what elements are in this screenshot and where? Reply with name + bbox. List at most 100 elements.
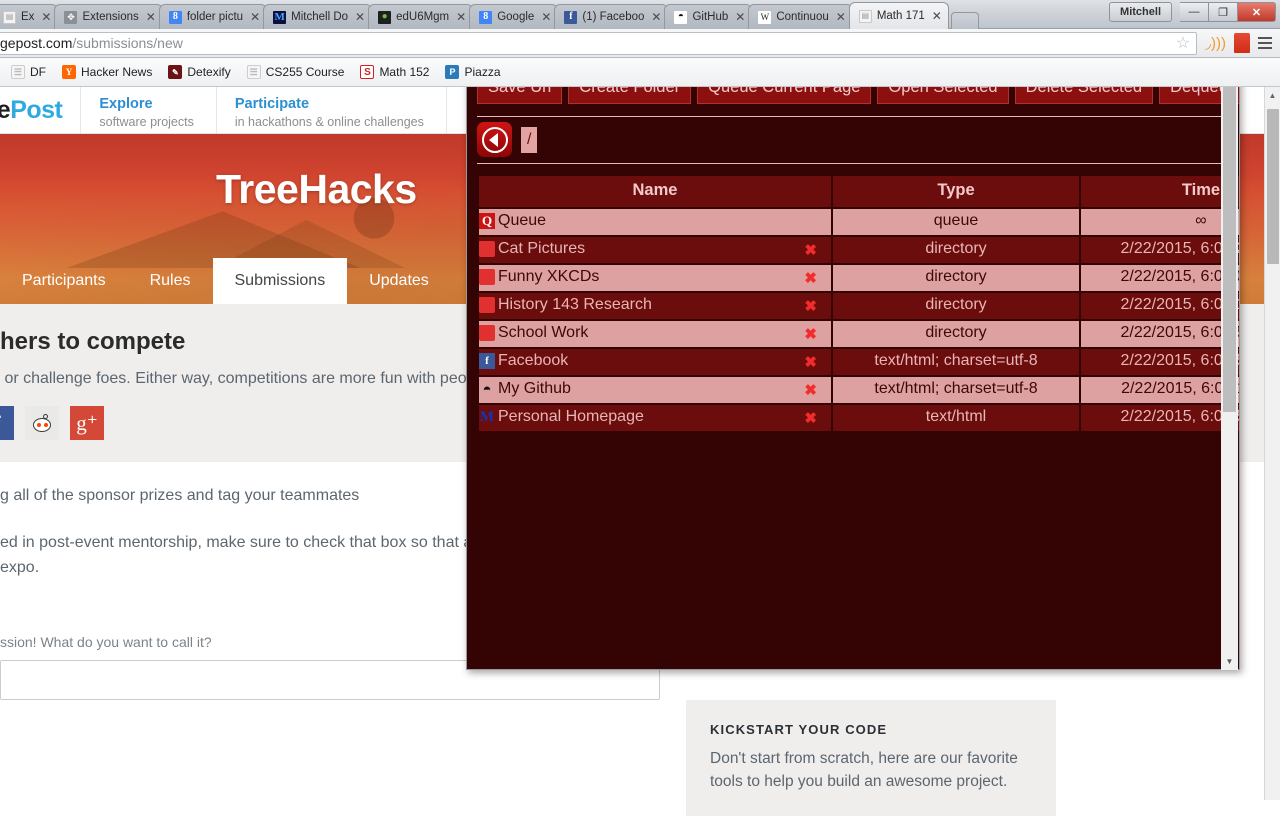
doc-icon: ☰ [11,65,25,79]
bookmark-hacker-news[interactable]: Y Hacker News [55,63,159,81]
logo-text-blue: Post [10,96,62,125]
browser-tab-8[interactable]: W Continuou ✕ [748,4,853,29]
close-window-button[interactable]: ✕ [1238,2,1276,22]
close-icon[interactable]: ✕ [932,9,942,23]
browser-tab-3[interactable]: M Mitchell Do ✕ [263,4,372,29]
github-icon: ◓ [479,381,495,397]
nav-item-participate[interactable]: Participate in hackathons & online chall… [217,87,447,133]
row-type-cell: directory [833,237,1079,263]
green-circle-icon: ● [378,11,391,24]
bookmark-label: Math 152 [379,65,429,79]
delete-row-icon[interactable]: ✖ [804,381,817,399]
row-name-cell[interactable]: Funny XKCDs ✖ [479,265,831,291]
delete-row-icon[interactable]: ✖ [804,325,817,343]
delete-row-icon[interactable]: ✖ [804,409,817,427]
row-name-cell[interactable]: MPersonal Homepage ✖ [479,405,831,431]
row-type-cell: text/html; charset=utf-8 [833,377,1079,403]
page-scroll-thumb[interactable] [1267,109,1279,264]
close-icon[interactable]: ✕ [355,10,365,24]
table-row[interactable]: Cat Pictures ✖ directory 2/22/2015, 6:02… [479,237,1239,263]
page-scroll-up-arrow[interactable]: ▲ [1265,87,1280,103]
browser-tab-6[interactable]: f (1) Faceboo ✕ [554,4,668,29]
urlbar-icons: ◞))) [1199,33,1280,53]
table-row[interactable]: ◓My Github ✖ text/html; charset=utf-8 2/… [479,377,1239,403]
tab-submissions[interactable]: Submissions [213,258,348,304]
browser-tab-7[interactable]: ◓ GitHub ✕ [664,4,752,29]
row-name-cell[interactable]: ◓My Github ✖ [479,377,831,403]
tab-updates[interactable]: Updates [347,258,451,304]
close-icon[interactable]: ✕ [735,10,745,24]
table-row[interactable]: Funny XKCDs ✖ directory 2/22/2015, 6:04:… [479,265,1239,291]
row-time-cell: 2/22/2015, 6:03:50 AM [1081,321,1239,347]
nav-participate-subtitle: in hackathons & online challenges [235,114,424,130]
nav-explore-subtitle: software projects [99,114,193,130]
close-icon[interactable]: ✕ [836,10,846,24]
minimize-button[interactable]: — [1180,2,1209,22]
browser-tab-5[interactable]: 8 Google ✕ [469,4,558,29]
detexify-icon: ✎ [168,65,182,79]
row-name-cell[interactable]: QQueue [479,209,831,235]
bookmark-detexify[interactable]: ✎ Detexify [161,63,237,81]
browser-tab-0[interactable]: ▤ Ex ✕ [0,4,58,29]
facebook-share-button[interactable]: f [0,406,14,440]
close-icon[interactable]: ✕ [651,10,661,24]
browser-urlbar: gepost.com /submissions/new ☆ ◞))) [0,29,1280,58]
close-icon[interactable]: ✕ [146,10,156,24]
bookmark-extension-icon[interactable] [1234,33,1250,53]
bookmark-piazza[interactable]: P Piazza [438,63,507,81]
row-name-cell[interactable]: Cat Pictures ✖ [479,237,831,263]
browser-window: gePost Explore software projects Partici… [0,0,1280,800]
table-row[interactable]: fFacebook ✖ text/html; charset=utf-8 2/2… [479,349,1239,375]
row-name-label: School Work [498,324,588,342]
delete-row-icon[interactable]: ✖ [804,269,817,287]
delete-row-icon[interactable]: ✖ [804,241,817,259]
row-name-label: Personal Homepage [498,408,644,426]
browser-tab-2[interactable]: 8 folder pictu ✕ [159,4,267,29]
close-icon[interactable]: ✕ [541,10,551,24]
bookmark-star-icon[interactable]: ☆ [1176,33,1190,53]
browser-tab-4[interactable]: ● edU6Mgm ✕ [368,4,473,29]
user-profile-button[interactable]: Mitchell [1109,2,1172,22]
table-row[interactable]: QQueue queue ∞ [479,209,1239,235]
browser-tab-1[interactable]: ✥ Extensions ✕ [54,4,162,29]
close-icon[interactable]: ✕ [41,10,51,24]
delete-row-icon[interactable]: ✖ [804,353,817,371]
new-tab-button[interactable] [951,12,979,29]
logo-text-dark: ge [0,96,10,125]
popup-scrollbar[interactable]: ▲ ▼ [1221,64,1238,670]
reddit-share-button[interactable] [25,406,59,440]
chrome-menu-icon[interactable] [1258,37,1272,49]
table-row[interactable]: History 143 Research ✖ directory 2/22/20… [479,293,1239,319]
close-icon[interactable]: ✕ [456,10,466,24]
address-bar[interactable]: gepost.com /submissions/new ☆ [0,32,1197,55]
popup-scroll-down-arrow[interactable]: ▼ [1221,653,1238,670]
tab-rules[interactable]: Rules [128,258,213,304]
row-name-cell[interactable]: fFacebook ✖ [479,349,831,375]
table-row[interactable]: MPersonal Homepage ✖ text/html 2/22/2015… [479,405,1239,431]
row-name-cell[interactable]: History 143 Research ✖ [479,293,831,319]
popup-scroll-thumb[interactable] [1223,84,1236,412]
maximize-button[interactable]: ❐ [1209,2,1238,22]
bookmark-cs255[interactable]: ☰ CS255 Course [240,63,352,81]
kickstart-card: KICKSTART YOUR CODE Don't start from scr… [686,700,1056,816]
doc-icon: ☰ [247,65,261,79]
back-button[interactable] [477,122,512,157]
bookmark-df[interactable]: ☰ DF [4,63,53,81]
bookmark-math152[interactable]: S Math 152 [353,63,436,81]
delete-row-icon[interactable]: ✖ [804,297,817,315]
page-scrollbar[interactable]: ▲ [1264,87,1280,800]
browser-tab-9[interactable]: ▤ Math 171 ✕ [849,2,949,29]
tab-participants[interactable]: Participants [0,258,128,304]
table-row[interactable]: School Work ✖ directory 2/22/2015, 6:03:… [479,321,1239,347]
googleplus-share-button[interactable]: g⁺ [70,406,104,440]
rss-feed-icon[interactable]: ◞))) [1205,34,1226,52]
kickstart-text: Don't start from scratch, here are our f… [710,747,1032,794]
breadcrumb-root[interactable]: / [521,127,537,153]
row-name-cell[interactable]: School Work ✖ [479,321,831,347]
column-header-type[interactable]: Type [833,176,1079,207]
nav-item-explore[interactable]: Explore software projects [81,87,216,133]
close-icon[interactable]: ✕ [250,10,260,24]
column-header-name[interactable]: Name [479,176,831,207]
challengepost-logo[interactable]: gePost [0,87,81,133]
column-header-time[interactable]: Time [1081,176,1239,207]
